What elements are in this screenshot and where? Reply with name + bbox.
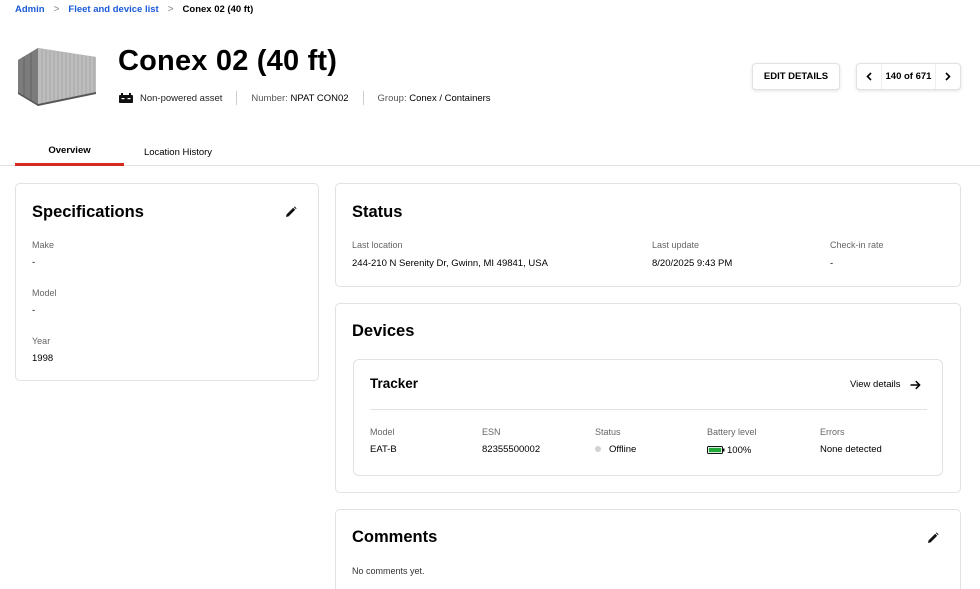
- tracker-col-status: Status: [595, 427, 621, 437]
- record-pager: 140 of 671: [856, 63, 961, 90]
- tracker-battery-value: 100%: [727, 445, 752, 456]
- tab-location-history[interactable]: Location History: [124, 138, 232, 166]
- model-label: Model: [32, 288, 57, 298]
- chevron-right-icon: [945, 72, 951, 81]
- divider: [236, 91, 238, 105]
- tab-bar: Overview Location History: [0, 138, 980, 166]
- edit-specifications-pencil-icon[interactable]: [285, 206, 297, 218]
- asset-type: Non-powered asset: [140, 92, 223, 104]
- tracker-battery: 100%: [707, 445, 751, 456]
- edit-comments-pencil-icon[interactable]: [927, 532, 939, 544]
- status-card: Status Last location 244-210 N Serenity …: [335, 183, 961, 287]
- tracker-status-value: Offline: [609, 444, 637, 455]
- devices-title: Devices: [352, 322, 415, 340]
- group-label: Group:: [377, 92, 407, 104]
- non-powered-asset-icon: [119, 93, 133, 103]
- breadcrumb-link-fleet[interactable]: Fleet and device list: [68, 4, 158, 15]
- chevron-right-icon: >: [167, 4, 174, 15]
- year-value: 1998: [32, 353, 54, 364]
- asset-thumbnail: [18, 48, 96, 106]
- make-value: -: [32, 257, 36, 268]
- tracker-col-esn: ESN: [482, 427, 501, 437]
- specifications-title: Specifications: [32, 203, 144, 221]
- divider: [362, 91, 364, 105]
- number-label: Number:: [251, 92, 288, 104]
- tab-overview[interactable]: Overview: [15, 138, 124, 166]
- tracker-esn-value: 82355500002: [482, 444, 541, 455]
- comments-title: Comments: [352, 528, 438, 546]
- tracker-model-value: EAT-B: [370, 444, 397, 455]
- number-value: NPAT CON02: [290, 92, 349, 104]
- make-label: Make: [32, 240, 55, 250]
- tracker-status: Offline: [595, 444, 636, 455]
- group-value: Conex / Containers: [409, 92, 491, 104]
- specifications-card: Specifications Make - Model - Year 1998: [15, 183, 319, 381]
- year-label: Year: [32, 336, 51, 346]
- tracker-col-model: Model: [370, 427, 395, 437]
- model-value: -: [32, 305, 36, 316]
- view-details-link[interactable]: View details: [850, 379, 921, 390]
- comments-empty-text: No comments yet.: [352, 566, 425, 576]
- divider: [370, 409, 927, 410]
- record-count: 140 of 671: [881, 64, 936, 89]
- breadcrumb-link-admin[interactable]: Admin: [15, 4, 45, 15]
- battery-full-icon: [707, 446, 725, 455]
- last-location-label: Last location: [352, 240, 403, 250]
- tracker-title: Tracker: [370, 376, 419, 391]
- tracker-col-errors: Errors: [820, 427, 845, 437]
- edit-details-button[interactable]: EDIT DETAILS: [752, 63, 840, 90]
- view-details-label: View details: [850, 379, 901, 390]
- next-record-button[interactable]: [936, 64, 960, 89]
- last-location-value: 244-210 N Serenity Dr, Gwinn, MI 49841, …: [352, 258, 548, 269]
- tracker-card: Tracker View details Model ESN Status Ba…: [353, 359, 943, 476]
- asset-meta: Non-powered asset Number: NPAT CON02 Gro…: [119, 91, 491, 105]
- breadcrumb-current: Conex 02 (40 ft): [182, 4, 254, 15]
- chevron-left-icon: [866, 72, 872, 81]
- chevron-right-icon: >: [53, 4, 60, 15]
- tracker-col-battery: Battery level: [707, 427, 757, 437]
- tracker-errors-value: None detected: [820, 444, 882, 455]
- offline-status-dot-icon: [595, 446, 601, 453]
- last-update-value: 8/20/2025 9:43 PM: [652, 258, 733, 269]
- devices-card: Devices Tracker View details Model ESN S…: [335, 303, 961, 493]
- arrow-right-icon: [910, 380, 921, 389]
- last-update-label: Last update: [652, 240, 700, 250]
- comments-card: Comments No comments yet.: [335, 509, 961, 589]
- status-title: Status: [352, 203, 403, 221]
- breadcrumb: Admin > Fleet and device list > Conex 02…: [15, 4, 253, 15]
- previous-record-button[interactable]: [857, 64, 881, 89]
- checkin-rate-label: Check-in rate: [830, 240, 884, 250]
- checkin-rate-value: -: [830, 258, 834, 269]
- page-title: Conex 02 (40 ft): [118, 45, 338, 77]
